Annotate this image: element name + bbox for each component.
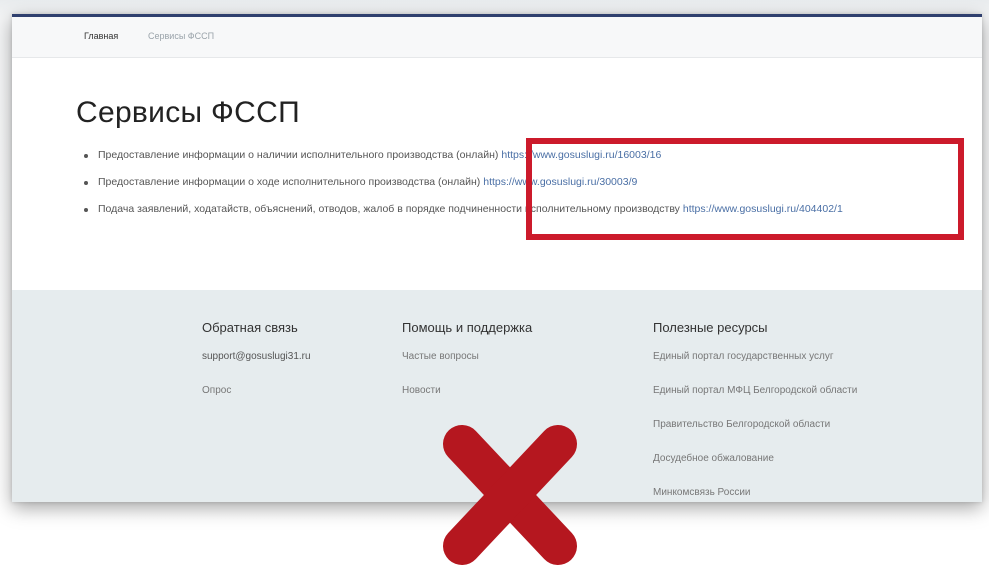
footer-feedback-column: Обратная связь support@gosuslugi31.ru Оп… <box>202 320 311 419</box>
screenshot-stage: Главная Сервисы ФССП Сервисы ФССП Предос… <box>0 0 989 566</box>
footer-feedback-heading: Обратная связь <box>202 320 298 335</box>
resource-link-appeal[interactable]: Досудебное обжалование <box>653 453 857 487</box>
support-email-link[interactable]: support@gosuslugi31.ru <box>202 351 311 385</box>
service-description: Предоставление информации о ходе исполни… <box>98 176 481 188</box>
page-title: Сервисы ФССП <box>76 96 300 129</box>
resource-link-government[interactable]: Правительство Белгородской области <box>653 419 857 453</box>
cross-mark-icon <box>443 425 577 565</box>
faq-link[interactable]: Частые вопросы <box>402 351 532 385</box>
survey-link[interactable]: Опрос <box>202 385 311 419</box>
news-link[interactable]: Новости <box>402 385 532 419</box>
footer-resources-heading: Полезные ресурсы <box>653 320 768 335</box>
resource-link-mfc[interactable]: Единый портал МФЦ Белгородской области <box>653 385 857 419</box>
breadcrumb-home-link[interactable]: Главная <box>84 31 118 41</box>
resource-link-gosuslugi[interactable]: Единый портал государственных услуг <box>653 351 857 385</box>
resource-link-ministry[interactable]: Минкомсвязь России <box>653 487 857 502</box>
footer-help-column: Помощь и поддержка Частые вопросы Новост… <box>402 320 532 419</box>
footer-help-heading: Помощь и поддержка <box>402 320 533 335</box>
breadcrumb-current: Сервисы ФССП <box>148 31 215 41</box>
breadcrumb: Главная Сервисы ФССП <box>12 17 982 58</box>
highlight-box <box>526 138 964 240</box>
service-description: Предоставление информации о наличии испо… <box>98 149 499 161</box>
footer-resources-column: Полезные ресурсы Единый портал государст… <box>653 320 857 502</box>
